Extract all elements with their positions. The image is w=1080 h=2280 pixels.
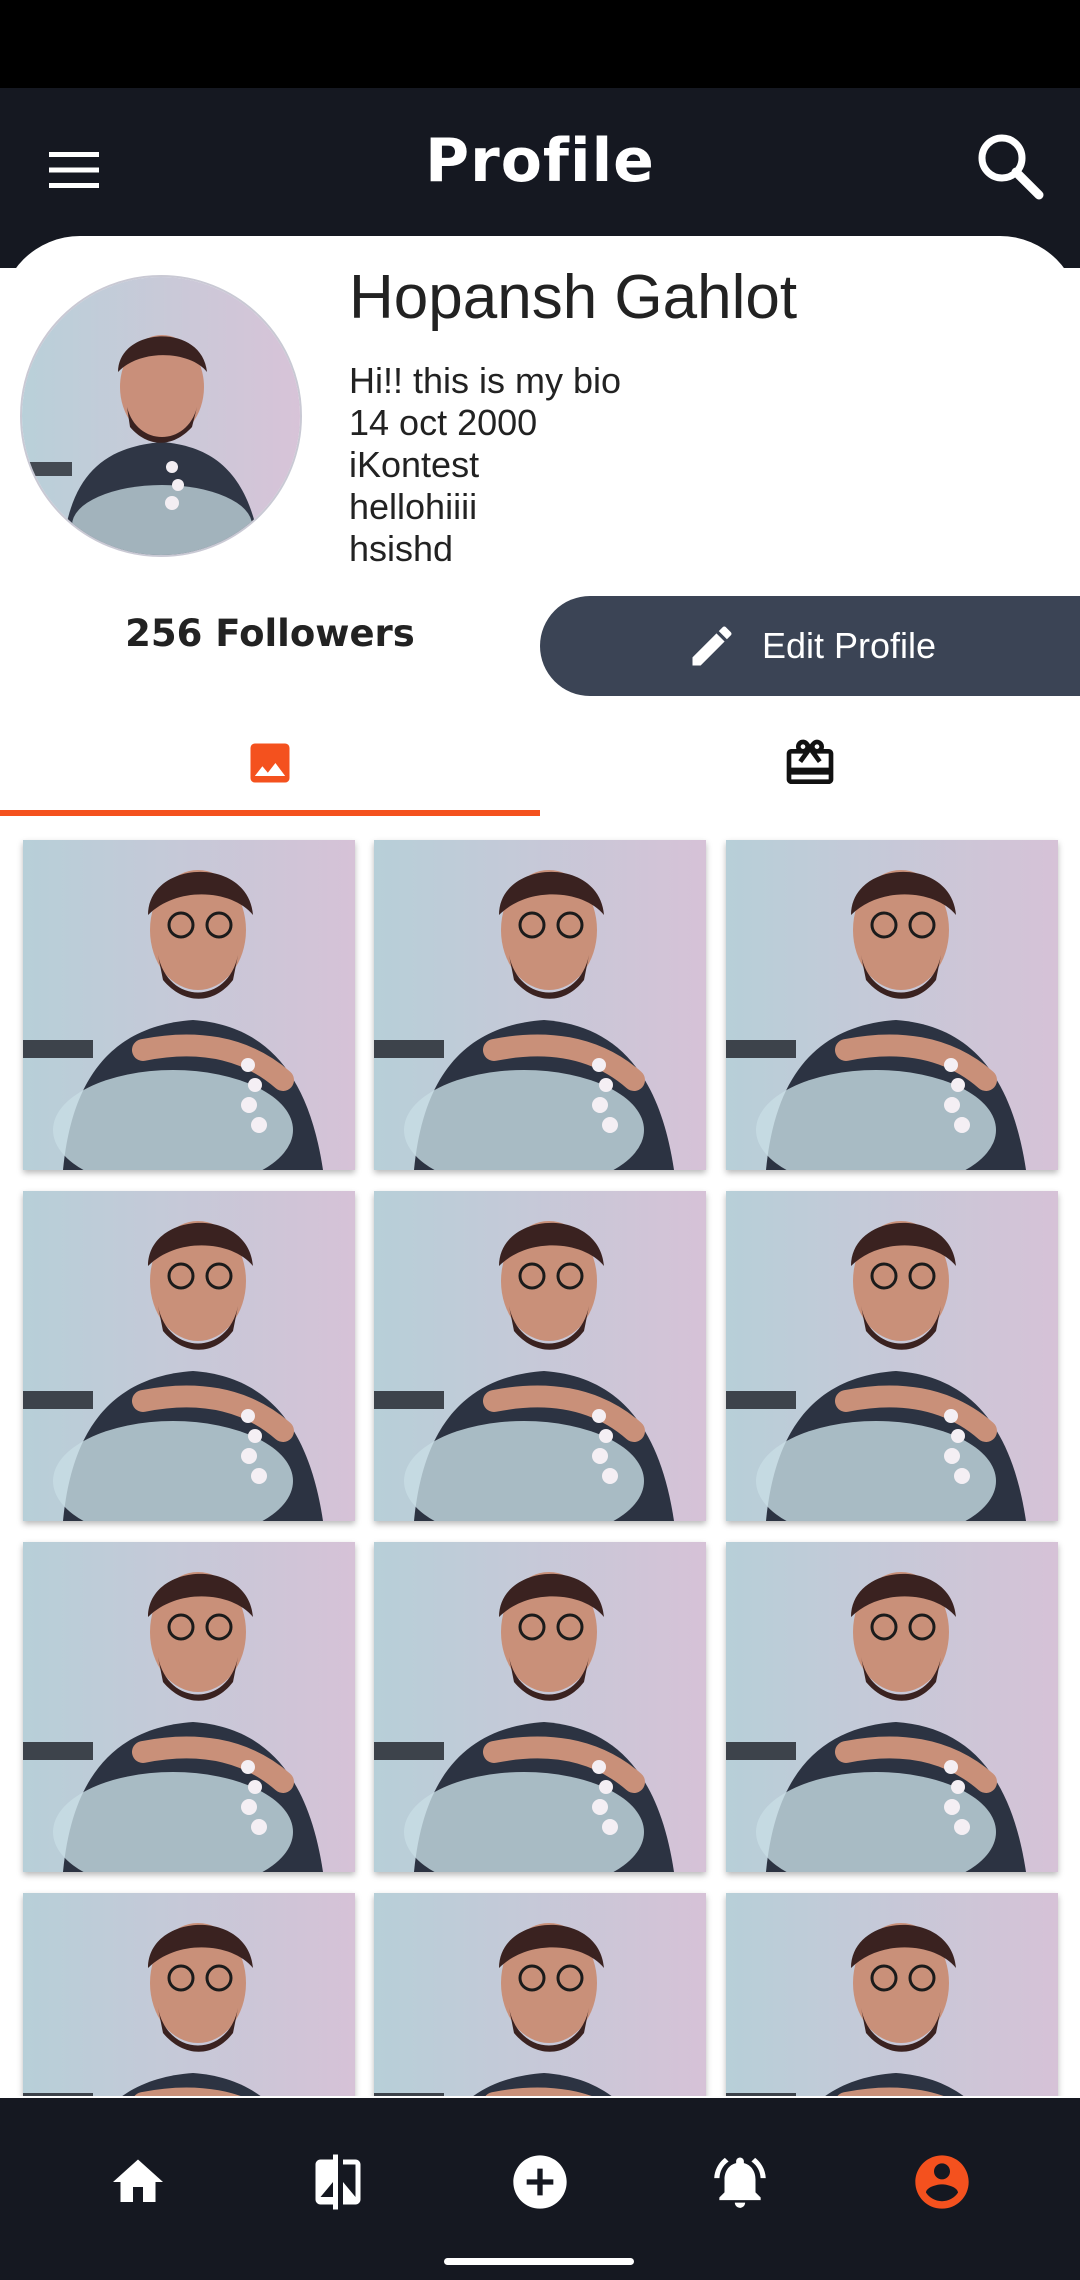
photo-cell[interactable] xyxy=(374,840,706,1170)
nav-home[interactable] xyxy=(78,2126,198,2238)
photo-thumbnail xyxy=(374,1893,706,2096)
photo-cell[interactable] xyxy=(374,1893,706,2096)
search-button[interactable] xyxy=(960,116,1060,216)
tab-photos[interactable] xyxy=(0,710,540,816)
photo-cell[interactable] xyxy=(726,1542,1058,1872)
bio-line: 14 oct 2000 xyxy=(349,402,538,443)
add-circle-icon xyxy=(513,2155,567,2209)
nav-notifications[interactable] xyxy=(680,2126,800,2238)
photo-thumbnail xyxy=(374,1191,706,1521)
followers-count[interactable]: 256 Followers xyxy=(0,612,540,655)
photo-cell[interactable] xyxy=(23,1893,355,2096)
avatar-photo xyxy=(22,277,300,555)
compare-icon xyxy=(315,2154,361,2210)
nav-add[interactable] xyxy=(480,2126,600,2238)
tab-cards[interactable] xyxy=(540,710,1080,816)
edit-profile-button[interactable]: Edit Profile xyxy=(540,596,1080,696)
photo-cell[interactable] xyxy=(726,1191,1058,1521)
photo-cell[interactable] xyxy=(23,1542,355,1872)
photo-thumbnail xyxy=(23,1542,355,1872)
photo-cell[interactable] xyxy=(726,1893,1058,2096)
photo-thumbnail xyxy=(374,1542,706,1872)
profile-tabs xyxy=(0,710,1080,816)
status-bar xyxy=(0,0,1080,88)
bio-line: Hi!! this is my bio xyxy=(349,360,622,401)
image-icon xyxy=(250,743,290,783)
user-name: Hopansh Gahlot xyxy=(349,263,798,332)
photo-thumbnail xyxy=(23,1191,355,1521)
account-circle-icon xyxy=(915,2155,969,2209)
photo-thumbnail xyxy=(23,840,355,1170)
photo-grid xyxy=(0,816,1080,2096)
photo-thumbnail xyxy=(726,840,1058,1170)
pencil-icon xyxy=(692,626,732,666)
nav-compare[interactable] xyxy=(278,2126,398,2238)
home-indicator[interactable] xyxy=(444,2258,634,2265)
photo-cell[interactable] xyxy=(23,840,355,1170)
photo-cell[interactable] xyxy=(726,840,1058,1170)
edit-profile-label: Edit Profile xyxy=(762,625,937,666)
photo-cell[interactable] xyxy=(374,1191,706,1521)
photo-thumbnail xyxy=(374,840,706,1170)
photo-cell[interactable] xyxy=(374,1542,706,1872)
notifications-active-icon xyxy=(714,2157,766,2208)
photo-cell[interactable] xyxy=(23,1191,355,1521)
search-icon xyxy=(978,134,1044,200)
bottom-navigation xyxy=(0,2098,1080,2280)
photo-thumbnail xyxy=(726,1893,1058,2096)
bio-line: hsishd xyxy=(349,528,454,569)
nav-profile[interactable] xyxy=(882,2126,1002,2238)
avatar[interactable] xyxy=(20,275,302,557)
photo-thumbnail xyxy=(726,1542,1058,1872)
photo-thumbnail xyxy=(726,1191,1058,1521)
home-icon xyxy=(113,2159,163,2202)
photo-thumbnail xyxy=(23,1893,355,2096)
bio-line: iKontest xyxy=(349,444,480,485)
page-title: Profile xyxy=(425,126,655,196)
gift-card-icon xyxy=(786,739,834,784)
bio-line: hellohiiii xyxy=(349,486,478,527)
